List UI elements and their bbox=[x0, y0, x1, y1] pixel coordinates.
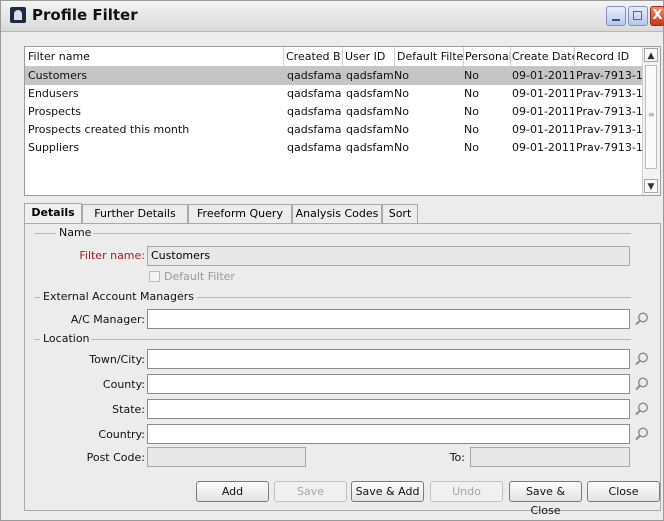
county-field[interactable] bbox=[147, 374, 630, 394]
scroll-down-arrow-icon[interactable]: ▼ bbox=[644, 179, 658, 193]
cell-user-id: qadsfama bbox=[346, 123, 394, 136]
tab-analysis-codes[interactable]: Analysis Codes bbox=[292, 204, 382, 223]
column-header-personal[interactable]: Personal bbox=[465, 50, 510, 63]
column-header-create-date[interactable]: Create Date bbox=[512, 50, 574, 63]
add-button[interactable]: Add bbox=[196, 481, 269, 502]
post-code-to-label: To: bbox=[449, 451, 465, 464]
post-code-to-field[interactable] bbox=[470, 447, 630, 467]
maximize-button[interactable] bbox=[628, 6, 648, 26]
scrollbar-thumb[interactable] bbox=[645, 65, 657, 169]
profile-filter-window: Profile Filter X Filter name Created By … bbox=[0, 0, 664, 521]
country-label: Country: bbox=[98, 428, 145, 441]
tab-freeform-query[interactable]: Freeform Query bbox=[188, 204, 292, 223]
cell-personal: No bbox=[464, 69, 479, 82]
filter-list-grid: Filter name Created By User ID Default F… bbox=[24, 46, 661, 196]
county-label: County: bbox=[102, 378, 145, 391]
cell-created-by: qadsfama bbox=[287, 105, 341, 118]
cell-personal: No bbox=[464, 87, 479, 100]
cell-record-id: Prav-7913-15 bbox=[576, 141, 642, 154]
save-and-close-button[interactable]: Save & Close bbox=[509, 481, 582, 517]
cell-created-by: qadsfama bbox=[287, 141, 341, 154]
default-filter-checkbox[interactable] bbox=[149, 271, 160, 282]
cell-personal: No bbox=[464, 105, 479, 118]
table-row[interactable]: Endusers qadsfama qadsfama No No 09-01-2… bbox=[25, 85, 643, 103]
column-header-filter-name[interactable]: Filter name bbox=[28, 50, 283, 63]
cell-create-date: 09-01-2011 bbox=[512, 141, 574, 154]
grid-scrollbar[interactable]: ▲ ▼ bbox=[642, 47, 660, 195]
cell-record-id: Prav-7913-15 bbox=[576, 123, 642, 136]
town-city-field[interactable] bbox=[147, 349, 630, 369]
undo-button[interactable]: Undo bbox=[430, 481, 503, 502]
cell-record-id: Prav-7913-15 bbox=[576, 87, 642, 100]
cell-default-filter: No bbox=[394, 105, 409, 118]
post-code-from-field[interactable] bbox=[147, 447, 306, 467]
close-button[interactable]: Close bbox=[587, 481, 660, 502]
cell-default-filter: No bbox=[394, 69, 409, 82]
cell-default-filter: No bbox=[394, 123, 409, 136]
default-filter-label: Default Filter bbox=[164, 270, 235, 283]
filter-name-label: Filter name: bbox=[79, 249, 145, 262]
state-lookup-magnifier-icon[interactable] bbox=[634, 401, 650, 417]
cell-filter-name: Endusers bbox=[28, 87, 79, 100]
save-button[interactable]: Save bbox=[274, 481, 347, 502]
cell-create-date: 09-01-2011 bbox=[512, 105, 574, 118]
ac-manager-label: A/C Manager: bbox=[70, 313, 145, 326]
table-row[interactable]: Prospects qadsfama qadsfama No No 09-01-… bbox=[25, 103, 643, 121]
tab-further-details[interactable]: Further Details bbox=[82, 204, 188, 223]
cell-default-filter: No bbox=[394, 141, 409, 154]
cell-create-date: 09-01-2011 bbox=[512, 69, 574, 82]
cell-created-by: qadsfama bbox=[287, 69, 341, 82]
cell-user-id: qadsfama bbox=[346, 69, 394, 82]
town-city-lookup-magnifier-icon[interactable] bbox=[634, 351, 650, 367]
cell-user-id: qadsfama bbox=[346, 87, 394, 100]
table-row[interactable]: Customers qadsfama qadsfama No No 09-01-… bbox=[25, 67, 643, 85]
app-icon bbox=[10, 7, 26, 23]
cell-personal: No bbox=[464, 141, 479, 154]
tab-details[interactable]: Details bbox=[24, 203, 82, 224]
minimize-button[interactable] bbox=[606, 6, 626, 26]
table-row[interactable]: Suppliers qadsfama qadsfama No No 09-01-… bbox=[25, 139, 643, 157]
cell-create-date: 09-01-2011 bbox=[512, 87, 574, 100]
scroll-up-arrow-icon[interactable]: ▲ bbox=[644, 48, 658, 62]
post-code-label: Post Code: bbox=[86, 451, 145, 464]
cell-filter-name: Customers bbox=[28, 69, 88, 82]
cell-user-id: qadsfama bbox=[346, 105, 394, 118]
cell-user-id: qadsfama bbox=[346, 141, 394, 154]
ac-manager-lookup-magnifier-icon[interactable] bbox=[634, 311, 650, 327]
county-lookup-magnifier-icon[interactable] bbox=[634, 376, 650, 392]
section-location: Location bbox=[43, 332, 90, 345]
column-header-record-id[interactable]: Record ID bbox=[576, 50, 642, 63]
grid-header: Filter name Created By User ID Default F… bbox=[25, 47, 643, 67]
cell-filter-name: Prospects bbox=[28, 105, 82, 118]
table-row[interactable]: Prospects created this month qadsfama qa… bbox=[25, 121, 643, 139]
cell-filter-name: Suppliers bbox=[28, 141, 80, 154]
section-name: Name bbox=[59, 226, 92, 239]
filter-name-field[interactable]: Customers bbox=[147, 246, 630, 266]
save-and-add-button[interactable]: Save & Add bbox=[351, 481, 424, 502]
cell-default-filter: No bbox=[394, 87, 409, 100]
country-field[interactable] bbox=[147, 424, 630, 444]
cell-filter-name: Prospects created this month bbox=[28, 123, 190, 136]
column-header-user-id[interactable]: User ID bbox=[345, 50, 393, 63]
state-label: State: bbox=[112, 403, 145, 416]
country-lookup-magnifier-icon[interactable] bbox=[634, 426, 650, 442]
cell-create-date: 09-01-2011 bbox=[512, 123, 574, 136]
section-external-account-managers: External Account Managers bbox=[43, 290, 194, 303]
column-header-created-by[interactable]: Created By bbox=[286, 50, 341, 63]
state-field[interactable] bbox=[147, 399, 630, 419]
cell-record-id: Prav-7913-15 bbox=[576, 69, 642, 82]
close-window-button[interactable]: X bbox=[650, 6, 664, 26]
title-bar: Profile Filter X bbox=[1, 1, 664, 32]
cell-personal: No bbox=[464, 123, 479, 136]
town-city-label: Town/City: bbox=[89, 353, 145, 366]
cell-record-id: Prav-7913-15 bbox=[576, 105, 642, 118]
cell-created-by: qadsfama bbox=[287, 123, 341, 136]
column-header-default-filter[interactable]: Default Filter bbox=[397, 50, 463, 63]
cell-created-by: qadsfama bbox=[287, 87, 341, 100]
ac-manager-field[interactable] bbox=[147, 309, 630, 329]
tab-sort[interactable]: Sort bbox=[382, 204, 418, 223]
window-title: Profile Filter bbox=[32, 6, 138, 24]
